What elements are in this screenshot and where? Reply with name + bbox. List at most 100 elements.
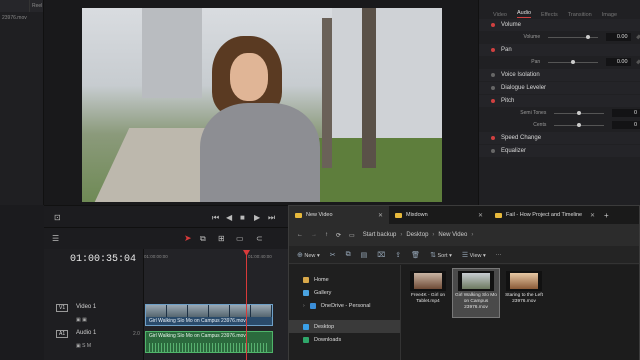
breadcrumb-new-video[interactable]: New Video xyxy=(438,232,467,238)
nav-item-desktop[interactable]: Desktop xyxy=(289,320,400,333)
media-pool-header: Reel xyxy=(0,0,43,12)
nav-item-downloads[interactable]: Downloads xyxy=(289,333,400,346)
command-bar: ⊕ New ▾ ✂ ⧉ ▤ ⌧ ⇪ 🗑 ⇅ Sort ▾ ☰ View ▾ ··… xyxy=(289,246,639,264)
paste-icon[interactable]: ▤ xyxy=(361,251,368,259)
enable-dot-icon[interactable] xyxy=(491,73,495,77)
view-button[interactable]: ☰ View ▾ xyxy=(462,251,486,259)
tab-audio[interactable]: Audio xyxy=(516,10,532,18)
new-tab-button[interactable]: + xyxy=(601,206,615,224)
blade-tool-icon[interactable]: ⊞ xyxy=(218,234,225,243)
monitor-icon: ▭ xyxy=(349,232,355,239)
cut-icon[interactable]: ✂ xyxy=(330,251,336,259)
breadcrumb-separator-icon: › xyxy=(400,232,403,238)
section-voice-isolation[interactable]: Voice Isolation xyxy=(479,69,640,81)
video-clip[interactable]: Girl Walking Slo Mo on Campus 23976.mov xyxy=(145,304,273,326)
delete-icon[interactable]: 🗑 xyxy=(411,251,420,259)
file-item-selected[interactable]: Girl Walking Slo Mo on Campus 23976.mov xyxy=(452,268,500,318)
up-arrow-icon[interactable]: ↑ xyxy=(325,232,328,238)
audio-track-controls[interactable]: ▣ S M xyxy=(76,343,91,349)
explorer-tab-mixdown[interactable]: Mixdown ✕ xyxy=(389,206,489,224)
nav-item-label: Downloads xyxy=(314,336,342,343)
chevron-right-icon[interactable]: › xyxy=(303,303,305,309)
pan-value-field[interactable]: 0.00 xyxy=(606,58,631,66)
ruler-mark-label: 01:00:40:00 xyxy=(248,254,272,259)
section-speed-change-label: Speed Change xyxy=(501,135,542,141)
tab-video[interactable]: Video xyxy=(493,12,507,18)
video-track-tag[interactable]: V1 xyxy=(56,304,69,312)
tab-image[interactable]: Image xyxy=(602,12,617,18)
sort-icon: ⇅ xyxy=(430,251,436,259)
breadcrumb-separator-icon: › xyxy=(471,232,474,238)
volume-value-field[interactable]: 0.00 xyxy=(606,33,631,41)
volume-slider[interactable] xyxy=(548,34,599,39)
new-button[interactable]: ⊕ New ▾ xyxy=(297,251,320,259)
skip-forward-icon[interactable]: ⏭ xyxy=(268,213,275,223)
section-pan[interactable]: Pan xyxy=(479,44,640,56)
section-speed-change[interactable]: Speed Change xyxy=(479,132,640,144)
snapping-icon[interactable]: ⊂ xyxy=(256,234,263,243)
pan-param-label: Pan xyxy=(531,59,541,65)
close-tab-icon[interactable]: ✕ xyxy=(378,212,383,219)
timeline-view-icon[interactable]: ☰ xyxy=(52,234,59,243)
enable-dot-icon[interactable] xyxy=(491,86,495,90)
enable-dot-icon[interactable] xyxy=(491,149,495,153)
back-arrow-icon[interactable]: ← xyxy=(297,232,303,238)
keyframe-icon[interactable] xyxy=(635,34,640,40)
rename-icon[interactable]: ⌧ xyxy=(377,251,385,259)
section-equalizer[interactable]: Equalizer xyxy=(479,145,640,157)
semitones-value-field[interactable]: 0 xyxy=(612,109,640,117)
nav-item-home[interactable]: Home xyxy=(289,273,400,286)
nav-item-onedrive[interactable]: › OneDrive - Personal xyxy=(289,299,400,312)
nav-item-gallery[interactable]: Gallery xyxy=(289,286,400,299)
skip-back-icon[interactable]: ⏮ xyxy=(212,213,219,223)
explorer-tab-new-video[interactable]: New Video ✕ xyxy=(289,206,389,224)
file-item[interactable]: Staring to the Left 23976.mov xyxy=(501,271,547,305)
audio-track-tag[interactable]: A1 xyxy=(56,330,69,338)
forward-arrow-icon[interactable]: → xyxy=(311,232,317,238)
audio-clip[interactable]: Girl Walking Slo Mo on Campus 23976.mov xyxy=(145,331,273,353)
desktop-icon xyxy=(303,323,309,330)
refresh-icon[interactable]: ⟳ xyxy=(336,232,341,239)
explorer-tab-fail[interactable]: Fail - How Project and Timeline ✕ xyxy=(489,206,601,224)
semitones-slider[interactable] xyxy=(554,110,605,115)
viewer-options-icon[interactable]: ⊡ xyxy=(54,213,61,222)
section-volume[interactable]: Volume xyxy=(479,19,640,31)
play-icon[interactable]: ▶ xyxy=(254,213,260,222)
timeline-timecode: 01:00:35:04 xyxy=(70,254,137,265)
file-item[interactable]: Free4K - Girl on Tablet.mp4 xyxy=(405,271,451,305)
reverse-play-icon[interactable]: ◀ xyxy=(226,213,232,222)
breadcrumb-desktop[interactable]: Desktop xyxy=(406,232,428,238)
tab-effects[interactable]: Effects xyxy=(541,12,558,18)
sort-button[interactable]: ⇅ Sort ▾ xyxy=(430,251,452,259)
more-options-icon[interactable]: ··· xyxy=(496,252,502,258)
close-tab-icon[interactable]: ✕ xyxy=(478,212,483,219)
media-file-name[interactable]: 23976.mov xyxy=(0,12,43,24)
playhead-line[interactable] xyxy=(246,250,247,360)
section-pitch[interactable]: Pitch xyxy=(479,95,640,107)
cents-value-field[interactable]: 0 xyxy=(612,121,640,129)
explorer-tab-label: Fail - How Project and Timeline xyxy=(506,212,583,218)
enable-dot-icon[interactable] xyxy=(491,23,495,27)
insert-clip-icon[interactable]: ▭ xyxy=(236,234,244,243)
breadcrumb-start-backup[interactable]: Start backup xyxy=(363,232,397,238)
enable-dot-icon[interactable] xyxy=(491,136,495,140)
section-dialogue-leveler[interactable]: Dialogue Leveler xyxy=(479,82,640,94)
close-tab-icon[interactable]: ✕ xyxy=(590,212,595,219)
video-track-controls[interactable]: ▣ ▣ xyxy=(76,317,87,323)
trim-tool-icon[interactable]: ⧉ xyxy=(200,234,206,244)
enable-dot-icon[interactable] xyxy=(491,48,495,52)
pointer-tool-icon[interactable]: ➤ xyxy=(184,233,192,244)
view-button-label: View xyxy=(469,252,482,259)
address-bar: ← → ↑ ⟳ ▭ Start backup › Desktop › New V… xyxy=(289,224,639,246)
share-icon[interactable]: ⇪ xyxy=(395,251,401,259)
media-pool: Reel 23976.mov xyxy=(0,0,44,205)
cents-slider[interactable] xyxy=(554,122,605,127)
section-pitch-label: Pitch xyxy=(501,98,515,104)
tab-transition[interactable]: Transition xyxy=(568,12,592,18)
enable-dot-icon[interactable] xyxy=(491,99,495,103)
stop-icon[interactable]: ■ xyxy=(240,213,245,222)
pan-slider[interactable] xyxy=(548,59,599,64)
video-preview xyxy=(82,8,442,202)
keyframe-icon[interactable] xyxy=(635,59,640,65)
copy-icon[interactable]: ⧉ xyxy=(346,251,351,259)
